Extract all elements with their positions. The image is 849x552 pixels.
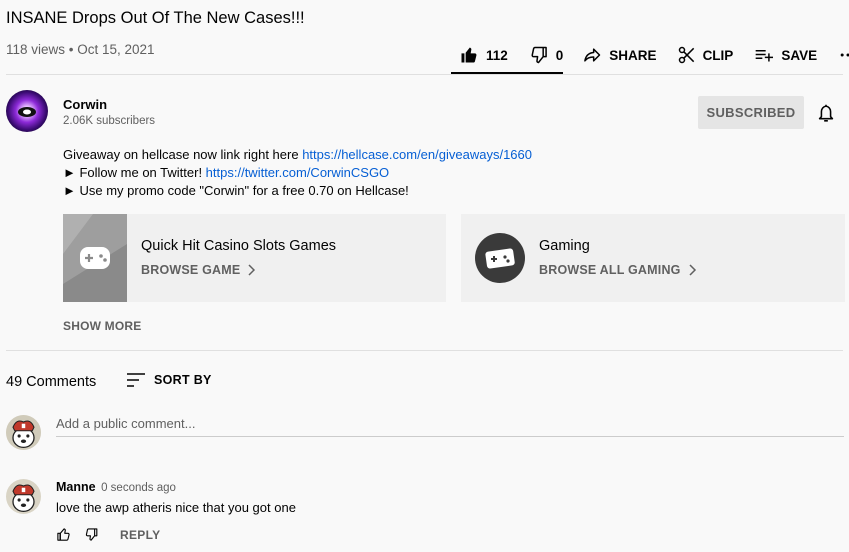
save-button[interactable]: SAVE — [754, 45, 817, 65]
more-actions-button[interactable] — [838, 45, 849, 65]
description-text: ► Follow me on Twitter! — [63, 165, 206, 180]
clip-button[interactable]: CLIP — [677, 45, 734, 65]
description-line: Giveaway on hellcase now link right here… — [63, 146, 532, 164]
gamepad-icon — [63, 214, 127, 284]
share-label: SHARE — [609, 47, 657, 63]
gaming-icon — [475, 233, 525, 283]
comment-author-name[interactable]: Manne — [56, 480, 96, 494]
galaxy-avatar-icon — [6, 90, 48, 132]
video-actions: 112 0 SHARE CLIP SAVE — [451, 36, 849, 74]
channel-name[interactable]: Corwin — [63, 97, 107, 112]
comment-author[interactable]: Manne 0 seconds ago — [56, 480, 176, 494]
divider — [6, 350, 843, 351]
dislike-count: 0 — [555, 47, 564, 63]
chevron-right-icon — [248, 264, 256, 276]
add-comment-input[interactable]: Add a public comment... — [56, 416, 195, 431]
thumb-up-icon — [57, 528, 70, 541]
scissors-icon — [678, 46, 694, 64]
card-title: Gaming — [539, 238, 590, 254]
sort-icon — [127, 373, 145, 387]
comment-dislike-button[interactable] — [84, 527, 99, 542]
comment-text: love the awp atheris nice that you got o… — [56, 500, 296, 515]
video-description: Giveaway on hellcase now link right here… — [63, 146, 532, 200]
thumb-down-icon — [531, 46, 547, 64]
channel-avatar[interactable] — [6, 90, 48, 132]
dog-avatar-icon — [6, 479, 41, 514]
sort-by-button[interactable]: SORT BY — [127, 372, 212, 388]
dog-avatar-icon — [6, 415, 41, 450]
description-line: ► Follow me on Twitter! https://twitter.… — [63, 164, 532, 182]
thumb-down-icon — [85, 528, 98, 541]
divider — [6, 74, 843, 75]
clip-label: CLIP — [702, 47, 734, 63]
card-action-label: BROWSE GAME — [141, 263, 241, 277]
giveaway-link[interactable]: https://hellcase.com/en/giveaways/1660 — [302, 147, 532, 162]
thumb-up-icon — [461, 47, 477, 63]
twitter-link[interactable]: https://twitter.com/CorwinCSGO — [206, 165, 390, 180]
browse-all-gaming-link[interactable]: BROWSE ALL GAMING — [539, 263, 697, 277]
chevron-right-icon — [689, 264, 696, 276]
browse-game-link[interactable]: BROWSE GAME — [141, 263, 256, 277]
game-thumbnail — [63, 214, 127, 302]
sort-label: SORT BY — [154, 373, 212, 387]
comment-time[interactable]: 0 seconds ago — [101, 482, 176, 494]
card-action-label: BROWSE ALL GAMING — [539, 263, 681, 277]
gaming-card[interactable]: Gaming BROWSE ALL GAMING — [461, 214, 845, 302]
channel-subscribers: 2.06K subscribers — [63, 115, 156, 127]
comment-input-underline — [56, 436, 844, 437]
comment-author-avatar[interactable] — [6, 479, 41, 514]
user-avatar — [6, 415, 41, 450]
subscribed-button[interactable]: SUBSCRIBED — [698, 96, 804, 129]
like-count: 112 — [486, 47, 508, 63]
description-text: ► Use my promo code "Corwin" for a free … — [63, 183, 409, 198]
reply-button[interactable]: REPLY — [120, 528, 160, 542]
like-button[interactable]: 112 — [459, 45, 508, 65]
share-button[interactable]: SHARE — [582, 45, 657, 65]
video-meta: 118 views • Oct 15, 2021 — [6, 42, 155, 57]
show-more-button[interactable]: SHOW MORE — [63, 319, 141, 333]
save-label: SAVE — [781, 47, 818, 63]
more-horizontal-icon — [840, 53, 849, 57]
comment-count: 49 Comments — [6, 374, 97, 390]
bell-icon — [818, 104, 834, 122]
game-card[interactable]: Quick Hit Casino Slots Games BROWSE GAME — [63, 214, 446, 302]
playlist-add-icon — [755, 50, 774, 62]
comment-actions: REPLY — [56, 527, 160, 542]
description-text: Giveaway on hellcase now link right here — [63, 147, 303, 162]
description-line: ► Use my promo code "Corwin" for a free … — [63, 182, 532, 200]
dislike-button[interactable]: 0 — [529, 45, 564, 65]
notification-bell-button[interactable] — [815, 102, 837, 124]
share-icon — [584, 48, 601, 62]
video-title: INSANE Drops Out Of The New Cases!!! — [6, 9, 305, 27]
comment-like-button[interactable] — [56, 527, 71, 542]
card-title: Quick Hit Casino Slots Games — [141, 238, 337, 254]
